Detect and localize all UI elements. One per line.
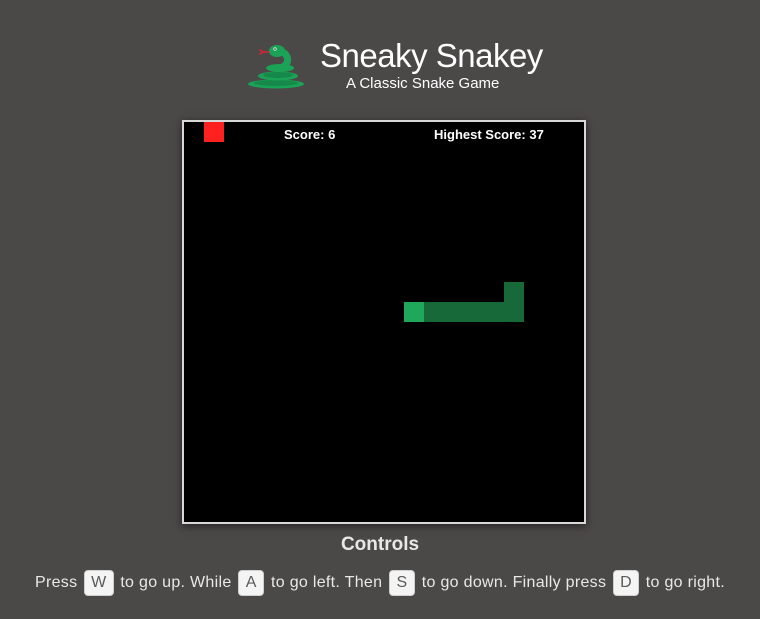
key-a: A bbox=[238, 570, 265, 596]
key-d: D bbox=[613, 570, 640, 596]
page-subtitle: A Classic Snake Game bbox=[346, 75, 500, 92]
food-cell bbox=[204, 122, 224, 142]
controls-heading: Controls bbox=[340, 534, 420, 555]
controls-text: to go right. bbox=[645, 574, 725, 591]
controls-text: Press bbox=[35, 574, 78, 591]
snake-body-segment bbox=[424, 302, 444, 322]
high-score-label: Highest Score: 37 bbox=[434, 127, 544, 142]
key-s: S bbox=[389, 570, 416, 596]
score-label: Score: 6 bbox=[284, 127, 336, 142]
page-title: Sneaky Snakey bbox=[320, 37, 543, 74]
controls-text: to go down. Finally press bbox=[421, 574, 607, 591]
snake-body-segment bbox=[504, 282, 524, 302]
controls-text: to go up. While bbox=[120, 574, 232, 591]
snake-body-segment bbox=[484, 302, 504, 322]
snake-head bbox=[404, 302, 424, 322]
game-board[interactable]: Score: 6 Highest Score: 37 bbox=[182, 120, 586, 524]
header: Sneaky Snakey A Classic Snake Game bbox=[0, 30, 760, 100]
snake-logo-icon bbox=[248, 45, 304, 89]
controls-text: to go left. Then bbox=[271, 574, 383, 591]
key-w: W bbox=[84, 570, 114, 596]
snake-body-segment bbox=[464, 302, 484, 322]
controls-instructions: Press W to go up. While A to go left. Th… bbox=[0, 570, 760, 596]
snake-body-segment bbox=[504, 302, 524, 322]
snake-body-segment bbox=[444, 302, 464, 322]
